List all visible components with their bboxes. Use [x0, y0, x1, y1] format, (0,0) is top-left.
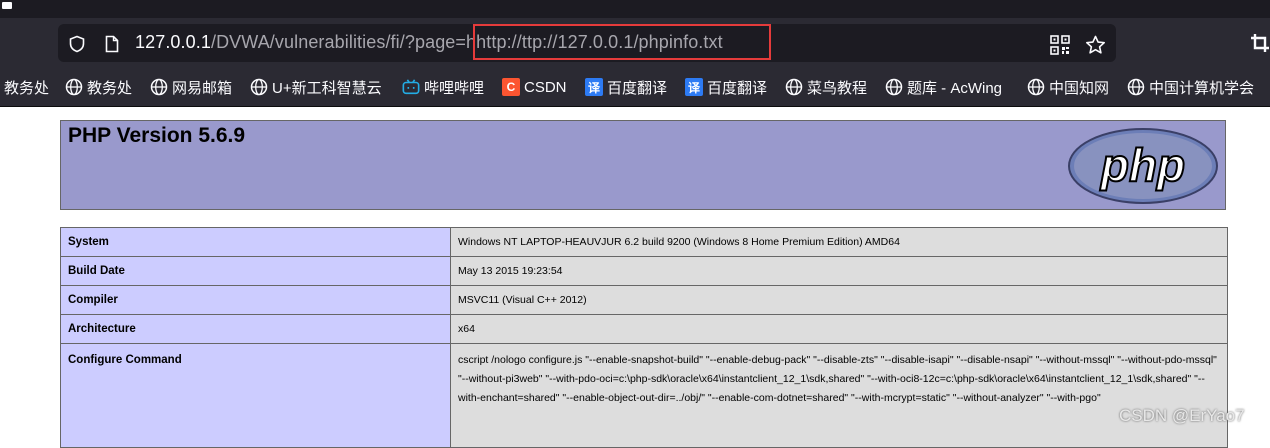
bookmark-label: 教务处	[87, 79, 133, 97]
php-logo[interactable]: php	[1067, 127, 1219, 205]
bookmark-item[interactable]: 教务处	[65, 77, 132, 97]
screenshot-icon[interactable]	[1250, 33, 1270, 53]
bookmark-label: CSDN	[524, 78, 567, 96]
address-bar[interactable]: 127.0.0.1/DVWA/vulnerabilities/fi/?page=…	[58, 24, 1116, 62]
translate-icon: 译	[685, 78, 703, 96]
bookmark-label: 中国计算机学会	[1149, 79, 1255, 97]
bookmark-item[interactable]: 译 百度翻译	[685, 77, 767, 97]
url-host: 127.0.0.1	[135, 32, 211, 52]
bookmark-item[interactable]: 网易邮箱	[150, 77, 232, 97]
url-highlight-box	[473, 24, 771, 60]
navigation-toolbar: 127.0.0.1/DVWA/vulnerabilities/fi/?page=…	[0, 18, 1270, 68]
bookmark-label: 百度翻译	[707, 79, 768, 97]
row-value: May 13 2015 19:23:54	[450, 256, 1228, 286]
bookmark-label: 哔哩哔哩	[424, 79, 485, 97]
php-logo-text: php	[1099, 139, 1185, 191]
bookmark-item[interactable]: 中国计算机学会	[1127, 77, 1254, 97]
globe-icon	[1027, 78, 1045, 96]
bookmark-label: 中国知网	[1049, 79, 1110, 97]
bookmark-label: 菜鸟教程	[807, 79, 868, 97]
table-row: System Windows NT LAPTOP-HEAUVJUR 6.2 bu…	[60, 227, 1228, 257]
translate-icon: 译	[585, 78, 603, 96]
row-key: Build Date	[60, 256, 451, 286]
page-content: PHP Version 5.6.9 php System Windows NT …	[0, 107, 1270, 448]
qr-code-icon[interactable]	[1050, 35, 1070, 55]
phpinfo-table: System Windows NT LAPTOP-HEAUVJUR 6.2 bu…	[60, 227, 1228, 448]
globe-icon	[250, 78, 268, 96]
watermark: CSDN @ErYao7	[1119, 406, 1245, 425]
row-value: Windows NT LAPTOP-HEAUVJUR 6.2 build 920…	[450, 227, 1228, 257]
page-icon[interactable]	[104, 35, 120, 53]
globe-icon	[65, 78, 83, 96]
bookmark-item[interactable]: 教务处	[4, 77, 49, 97]
row-key: Architecture	[60, 314, 451, 344]
bookmark-item[interactable]: 哔哩哔哩	[402, 77, 484, 97]
bookmark-star-icon[interactable]	[1085, 35, 1106, 55]
phpinfo-header: PHP Version 5.6.9 php	[60, 120, 1226, 210]
table-row: Architecture x64	[60, 314, 1228, 344]
bookmark-item[interactable]: 菜鸟教程	[785, 77, 867, 97]
bookmark-item[interactable]: U+新工科智慧云	[250, 77, 382, 97]
globe-icon	[150, 78, 168, 96]
row-key: System	[60, 227, 451, 257]
bookmark-item[interactable]: 译 百度翻译	[585, 77, 667, 97]
bookmark-label: 网易邮箱	[172, 79, 233, 97]
row-value: cscript /nologo configure.js "--enable-s…	[450, 343, 1228, 448]
shield-icon[interactable]	[68, 35, 86, 53]
url-path: /DVWA/vulnerabilities/fi/?page=	[210, 32, 467, 52]
table-row: Compiler MSVC11 (Visual C++ 2012)	[60, 285, 1228, 315]
row-value: MSVC11 (Visual C++ 2012)	[450, 285, 1228, 315]
tab-fragment-icon[interactable]	[0, 0, 30, 12]
bookmark-label: U+新工科智慧云	[272, 79, 382, 97]
table-row: Build Date May 13 2015 19:23:54	[60, 256, 1228, 286]
bookmark-item[interactable]: 题库 - AcWing	[885, 77, 1002, 97]
bookmark-label: 题库 - AcWing	[907, 79, 1003, 97]
globe-icon	[885, 78, 903, 96]
bookmark-item[interactable]: 中国知网	[1027, 77, 1109, 97]
row-key: Compiler	[60, 285, 451, 315]
row-key: Configure Command	[60, 343, 451, 448]
bilibili-icon	[402, 78, 420, 96]
bookmarks-toolbar: 教务处 教务处 网易邮箱 U+新工科智慧云 哔哩哔哩 C CSDN 译 百度翻译…	[0, 68, 1270, 107]
browser-tab-strip	[0, 0, 1270, 18]
globe-icon	[1127, 78, 1145, 96]
row-value: x64	[450, 314, 1228, 344]
globe-icon	[785, 78, 803, 96]
csdn-icon: C	[502, 78, 520, 96]
bookmark-item[interactable]: C CSDN	[502, 77, 567, 97]
table-row: Configure Command cscript /nologo config…	[60, 343, 1228, 448]
bookmark-label: 教务处	[4, 79, 50, 97]
page-title: PHP Version 5.6.9	[68, 124, 246, 147]
bookmark-label: 百度翻译	[607, 79, 668, 97]
